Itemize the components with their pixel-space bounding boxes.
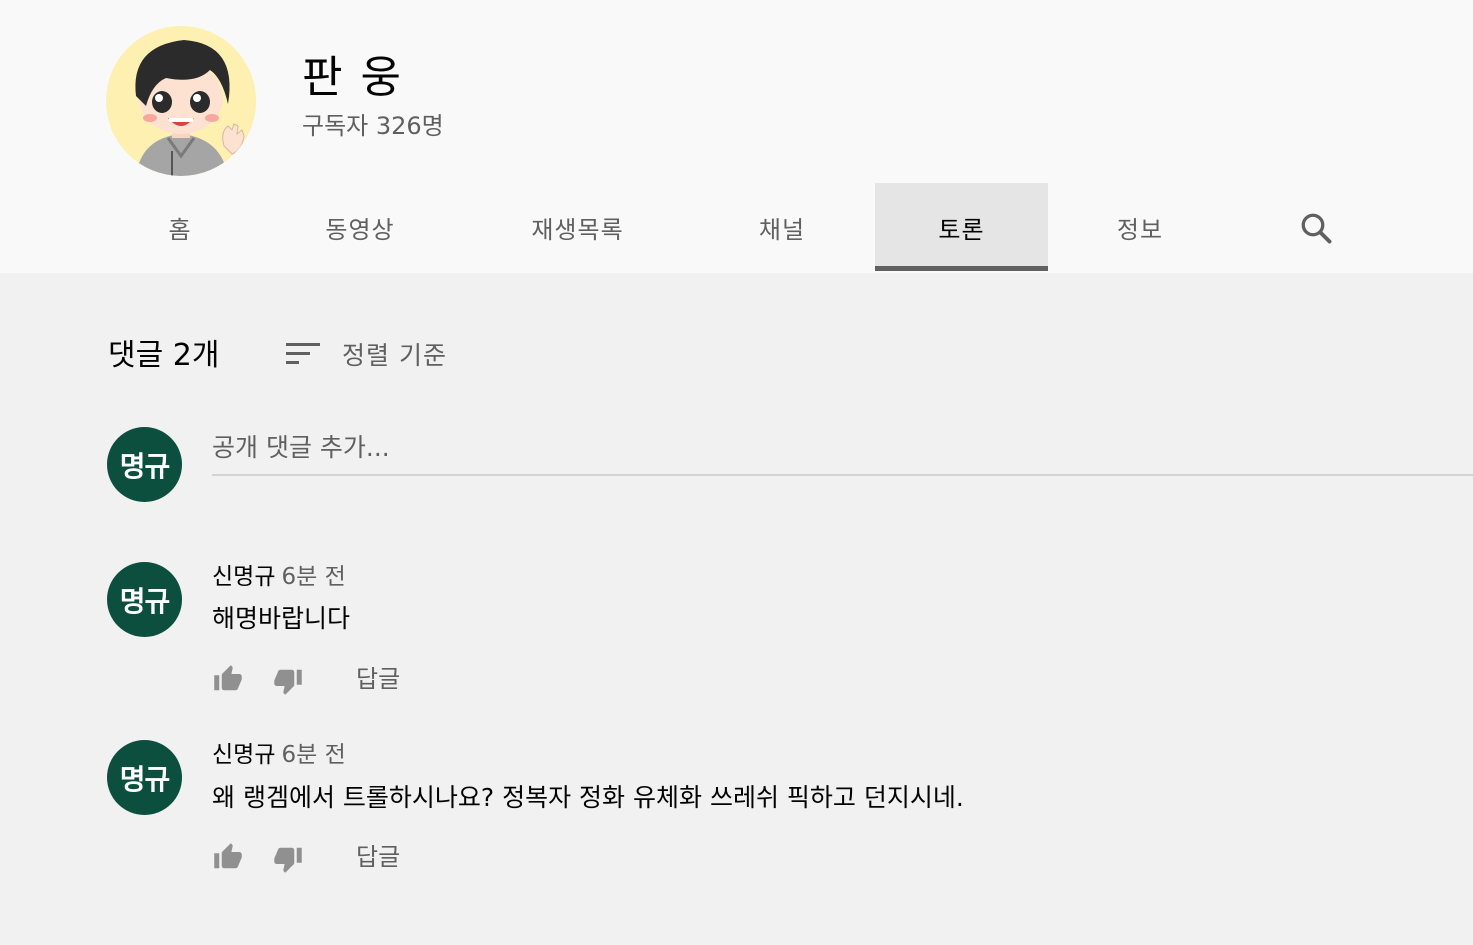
sort-label: 정렬 기준 xyxy=(342,341,447,370)
tab-playlists[interactable]: 재생목록 xyxy=(495,183,660,271)
tab-discussion[interactable]: 토론 xyxy=(875,183,1048,271)
dislike-icon[interactable] xyxy=(272,666,304,696)
comments-count: 댓글 2개 xyxy=(108,338,220,373)
dislike-icon[interactable] xyxy=(272,844,304,874)
tab-channels[interactable]: 채널 xyxy=(722,183,842,271)
tab-videos[interactable]: 동영상 xyxy=(290,183,430,271)
channel-name: 판 웅 xyxy=(302,52,403,103)
like-icon[interactable] xyxy=(212,842,244,872)
search-icon xyxy=(1301,213,1332,244)
sort-button[interactable]: 정렬 기준 xyxy=(284,334,447,374)
comment-author-avatar[interactable]: 명규 xyxy=(107,740,182,815)
comment-author[interactable]: 신명규 xyxy=(212,564,275,590)
comment-author[interactable]: 신명규 xyxy=(212,742,275,768)
current-user-avatar: 명규 xyxy=(107,427,182,502)
comment-meta: 신명규 6분 전 xyxy=(212,561,346,593)
subscriber-count: 구독자 326명 xyxy=(302,112,444,140)
tab-about[interactable]: 정보 xyxy=(1080,183,1200,271)
comment-input[interactable] xyxy=(212,420,1473,476)
comment-text: 해명바랍니다 xyxy=(212,604,351,633)
reply-button[interactable]: 답글 xyxy=(356,841,400,873)
channel-header: 판 웅 구독자 326명 홈 동영상 재생목록 채널 토론 정보 xyxy=(0,0,1473,273)
like-icon[interactable] xyxy=(212,664,244,694)
comment-author-avatar[interactable]: 명규 xyxy=(107,562,182,637)
comment-time[interactable]: 6분 전 xyxy=(281,742,345,768)
comment-meta: 신명규 6분 전 xyxy=(212,739,346,771)
cartoon-avatar-icon xyxy=(106,26,256,176)
channel-avatar[interactable] xyxy=(106,26,256,176)
comment-text: 왜 랭겜에서 트롤하시나요? 정복자 정화 유체화 쓰레쉬 픽하고 던지시네. xyxy=(212,783,964,812)
tab-home[interactable]: 홈 xyxy=(120,183,240,271)
sort-icon xyxy=(286,343,320,364)
comment-time[interactable]: 6분 전 xyxy=(281,564,345,590)
reply-button[interactable]: 답글 xyxy=(356,663,400,695)
search-button[interactable] xyxy=(1286,198,1346,258)
